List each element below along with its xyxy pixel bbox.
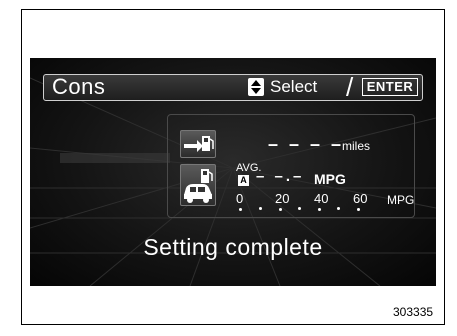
separator-slash: / [346, 72, 354, 102]
scale-dot [357, 208, 360, 211]
scale-dot [318, 208, 321, 211]
economy-unit: MPG [314, 171, 346, 187]
distance-unit: miles [342, 139, 371, 153]
distance-value: – – – – [268, 134, 345, 154]
scale-dot [239, 208, 242, 211]
fuel-pump-arrow-icon [180, 130, 216, 158]
display-screen: Cons Select / ENTER – – – – miles AVG. A… [30, 58, 436, 286]
scale-dot [298, 207, 301, 210]
figure-number: 303335 [393, 305, 434, 319]
scale-tick: 60 [353, 191, 368, 206]
scale-tick: 40 [314, 191, 329, 206]
up-down-arrows-icon [248, 78, 264, 96]
mode-badge: A [238, 175, 249, 186]
scale-unit: MPG [387, 193, 415, 207]
car-fuel-pump-icon [180, 164, 216, 206]
scale-dot [259, 207, 262, 210]
scale-tick: 0 [236, 191, 244, 206]
economy-value: – –.– [256, 168, 305, 185]
page-title: Cons [52, 74, 106, 99]
select-label: Select [270, 77, 318, 96]
scale-dot [337, 207, 340, 210]
status-message: Setting complete [143, 234, 323, 260]
enter-button[interactable]: ENTER [362, 78, 418, 96]
scale-tick: 20 [275, 191, 290, 206]
header-bar: Cons Select / ENTER [43, 72, 423, 102]
scale-dot [279, 208, 282, 211]
